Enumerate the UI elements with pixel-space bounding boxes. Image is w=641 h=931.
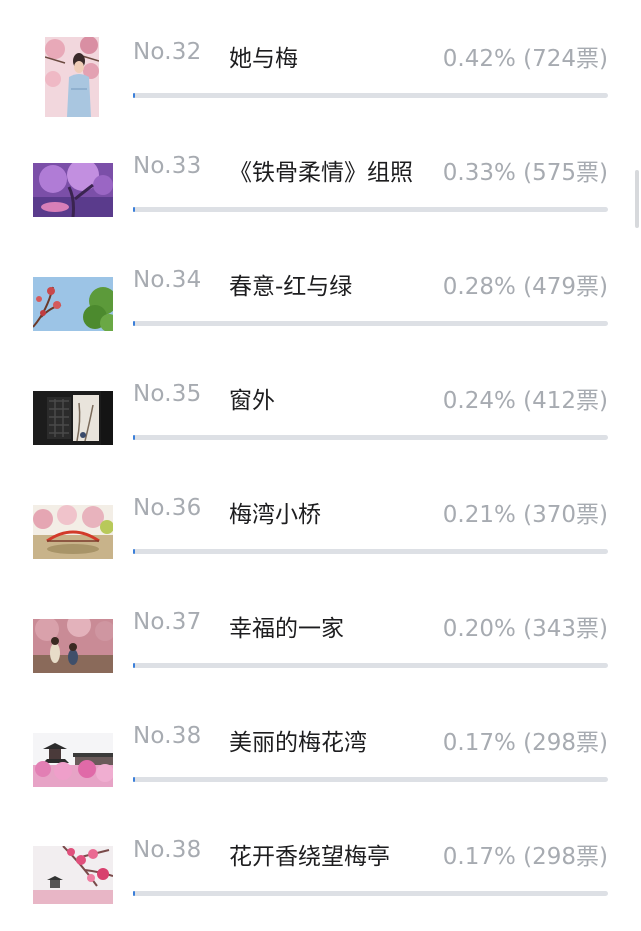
rank-number: No.38: [133, 837, 202, 863]
vote-progress-fill: [133, 549, 135, 554]
vote-progress-bar: [133, 207, 608, 212]
entry-title: 春意-红与绿: [229, 274, 353, 300]
vote-stats: 0.21% (370票): [442, 502, 608, 528]
entry-title: 花开香绕望梅亭: [229, 844, 390, 870]
rank-number: No.33: [133, 153, 202, 179]
ranking-row[interactable]: No.37 幸福的一家 0.20% (343票): [0, 570, 641, 684]
vote-stats: 0.20% (343票): [442, 616, 608, 642]
vote-progress-bar: [133, 93, 608, 98]
ranking-row[interactable]: No.33 《铁骨柔情》组照 0.33% (575票): [0, 114, 641, 228]
ranking-row[interactable]: No.36 梅湾小桥 0.21% (370票): [0, 456, 641, 570]
vote-progress-bar: [133, 549, 608, 554]
vote-stats: 0.33% (575票): [442, 160, 608, 186]
ranking-row[interactable]: No.38 花开香绕望梅亭 0.17% (298票): [0, 798, 641, 912]
vote-progress-fill: [133, 891, 135, 896]
scrollbar-thumb[interactable]: [635, 170, 639, 228]
vote-progress-bar: [133, 891, 608, 896]
vote-stats: 0.17% (298票): [442, 730, 608, 756]
vote-progress-fill: [133, 93, 135, 98]
rank-number: No.37: [133, 609, 202, 635]
vote-progress-bar: [133, 321, 608, 326]
rank-number: No.38: [133, 723, 202, 749]
ranking-row[interactable]: No.34 春意-红与绿 0.28% (479票): [0, 228, 641, 342]
photo-woman-plum-blossom-icon[interactable]: [45, 37, 99, 117]
photo-pagoda-plum-garden-icon[interactable]: [33, 733, 113, 787]
vote-stats: 0.24% (412票): [442, 388, 608, 414]
photo-red-green-branches-icon[interactable]: [33, 277, 113, 331]
photo-small-bridge-icon[interactable]: [33, 505, 113, 559]
vote-progress-bar: [133, 777, 608, 782]
vote-progress-bar: [133, 663, 608, 668]
entry-title: 窗外: [229, 388, 275, 414]
entry-title: 梅湾小桥: [229, 502, 321, 528]
ranking-row[interactable]: No.38 美丽的梅花湾 0.17% (298票): [0, 684, 641, 798]
rank-number: No.32: [133, 39, 202, 65]
photo-pavilion-plum-branch-icon[interactable]: [33, 846, 113, 904]
photo-purple-plum-tree-icon[interactable]: [33, 163, 113, 217]
ranking-row[interactable]: No.32 她与梅 0.42% (724票): [0, 0, 641, 117]
vote-progress-fill: [133, 207, 135, 212]
rank-number: No.34: [133, 267, 202, 293]
vote-progress-fill: [133, 777, 135, 782]
vote-progress-bar: [133, 435, 608, 440]
vote-progress-fill: [133, 663, 135, 668]
entry-title: 幸福的一家: [229, 616, 344, 642]
rank-number: No.35: [133, 381, 202, 407]
photo-happy-family-icon[interactable]: [33, 619, 113, 673]
vote-stats: 0.17% (298票): [442, 844, 608, 870]
vote-stats: 0.42% (724票): [442, 46, 608, 72]
vote-ranking-list: No.32 她与梅 0.42% (724票) No.33 《铁骨柔情》组照 0.…: [0, 0, 641, 931]
photo-window-view-icon[interactable]: [33, 391, 113, 445]
entry-title: 美丽的梅花湾: [229, 730, 367, 756]
ranking-row[interactable]: No.35 窗外 0.24% (412票): [0, 342, 641, 456]
entry-title: 她与梅: [229, 46, 298, 72]
vote-progress-fill: [133, 435, 135, 440]
vote-progress-fill: [133, 321, 135, 326]
vote-stats: 0.28% (479票): [442, 274, 608, 300]
rank-number: No.36: [133, 495, 202, 521]
entry-title: 《铁骨柔情》组照: [229, 160, 413, 186]
